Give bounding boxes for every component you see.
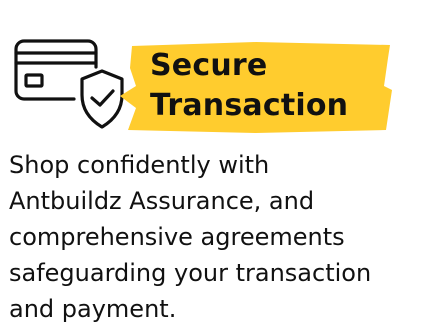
- description-line-2: Antbuildz Assurance, and: [9, 187, 315, 215]
- feature-description: Shop confidently with Antbuildz Assuranc…: [9, 147, 419, 327]
- secure-transaction-card: Secure Transaction Shop confidently with…: [0, 0, 429, 329]
- description-line-5: and payment.: [9, 295, 177, 323]
- feature-title: Secure Transaction: [150, 46, 380, 126]
- description-line-4: safeguarding your transaction: [9, 259, 372, 287]
- title-line-2: Transaction: [150, 88, 349, 123]
- credit-card-shield-check-icon: [14, 39, 124, 129]
- description-line-1: Shop confidently with: [9, 151, 270, 179]
- description-line-3: comprehensive agreements: [9, 223, 345, 251]
- title-line-1: Secure: [150, 48, 268, 83]
